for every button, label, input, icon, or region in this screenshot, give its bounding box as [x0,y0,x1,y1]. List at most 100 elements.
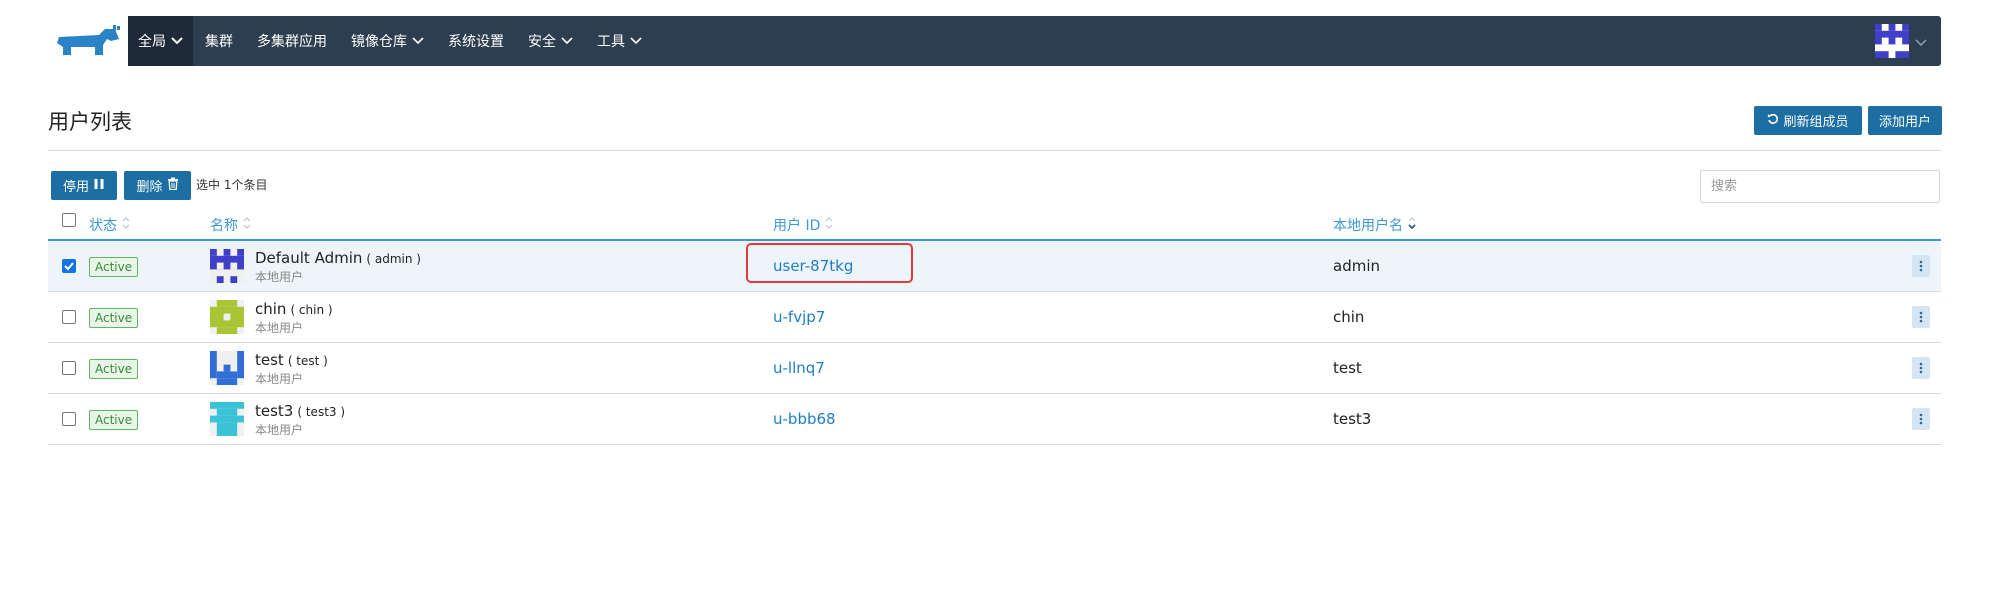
chevron-down-icon [561,37,573,45]
user-name-cell: test3( test3 ) 本地用户 [255,401,345,438]
table-row[interactable]: Active test3( test3 ) 本地用户 u-bbb68 test3 [48,394,1941,445]
avatar [210,249,244,283]
table-header: 状态 名称 用户 ID 本地用户名 [48,207,1941,241]
search-input[interactable] [1700,170,1940,203]
nav-item-label: 镜像仓库 [351,34,407,50]
nav-item-multi-cluster-apps[interactable]: 多集群应用 [245,16,339,66]
refresh-icon [1767,113,1779,129]
user-login: ( admin ) [366,252,421,266]
row-actions-button[interactable] [1912,255,1930,277]
pause-icon [93,178,105,194]
avatar [210,351,244,385]
user-id-link[interactable]: user-87tkg [773,257,853,275]
user-login: ( test ) [287,354,328,368]
selection-count: 选中 1个条目 [196,178,268,192]
nav-item-label: 多集群应用 [257,34,327,50]
local-username: test [1333,359,1362,377]
user-name-cell: chin( chin ) 本地用户 [255,299,333,336]
top-navbar: 全局 集群 多集群应用 镜像仓库 系统设置 安全 工具 [48,16,1941,66]
disable-button[interactable]: 停用 [51,171,117,200]
user-type: 本地用户 [255,423,304,437]
chevron-down-icon [171,37,183,45]
chevron-down-icon [630,37,642,45]
table-row[interactable]: Active Default Admin( admin ) 本地用户 user-… [48,241,1941,292]
add-user-button-label: 添加用户 [1878,115,1931,130]
avatar [210,402,244,436]
rancher-logo[interactable] [48,16,128,66]
page-title: 用户列表 [48,110,132,134]
row-checkbox[interactable] [62,310,76,324]
row-actions-button[interactable] [1912,357,1930,379]
user-login: ( test3 ) [297,405,346,419]
kebab-menu-icon [1919,362,1923,374]
column-header-label: 名称 [210,218,238,234]
avatar[interactable] [1875,24,1909,58]
add-user-button[interactable]: 添加用户 [1868,106,1942,135]
row-checkbox[interactable] [62,259,76,273]
user-type: 本地用户 [255,270,304,284]
nav-item-label: 系统设置 [448,34,504,50]
user-name-cell: test( test ) 本地用户 [255,350,328,387]
status-badge: Active [89,359,139,379]
kebab-menu-icon [1919,260,1923,272]
trash-icon [167,177,179,194]
user-id-link[interactable]: u-fvjp7 [773,308,825,326]
delete-button-label: 删除 [136,180,163,195]
user-display-name: test3 [255,402,294,420]
nav-item-label: 集群 [205,34,233,50]
delete-button[interactable]: 删除 [124,171,191,200]
nav-item-label: 工具 [597,34,625,50]
row-actions-button[interactable] [1912,306,1930,328]
status-badge: Active [89,410,139,430]
nav-item-label: 全局 [138,34,166,50]
sort-desc-icon [1407,216,1417,234]
user-menu[interactable] [1875,16,1927,66]
column-header-label: 状态 [89,218,117,234]
local-username: admin [1333,257,1380,275]
refresh-group-members-button[interactable]: 刷新组成员 [1754,106,1862,135]
nav-item-clusters[interactable]: 集群 [193,16,245,66]
avatar [210,300,244,334]
row-checkbox[interactable] [62,412,76,426]
main-nav: 全局 集群 多集群应用 镜像仓库 系统设置 安全 工具 [128,16,1941,66]
row-actions-button[interactable] [1912,408,1930,430]
user-display-name: test [255,351,284,369]
user-display-name: chin [255,300,287,318]
status-badge: Active [89,308,139,328]
nav-item-label: 安全 [528,34,556,50]
column-header-username[interactable]: 本地用户名 [1333,215,1417,235]
title-divider [48,150,1941,151]
users-table: 状态 名称 用户 ID 本地用户名 Active Default Admin (… [48,207,1941,445]
chevron-down-icon [1915,32,1927,51]
status-badge: Active [89,257,139,277]
column-header-state[interactable]: 状态 [89,215,131,235]
nav-item-registries[interactable]: 镜像仓库 [339,16,436,66]
nav-item-security[interactable]: 安全 [516,16,585,66]
sort-icon [824,216,834,234]
kebab-menu-icon [1919,311,1923,323]
column-header-label: 本地用户名 [1333,218,1403,234]
user-type: 本地用户 [255,321,304,335]
row-checkbox[interactable] [62,361,76,375]
table-row[interactable]: Active test( test ) 本地用户 u-llnq7 test [48,343,1941,394]
nav-item-settings[interactable]: 系统设置 [436,16,516,66]
refresh-button-label: 刷新组成员 [1783,115,1849,130]
select-all-checkbox[interactable] [62,213,76,227]
local-username: test3 [1333,410,1372,428]
column-header-name[interactable]: 名称 [210,215,252,235]
user-type: 本地用户 [255,372,304,386]
user-id-link[interactable]: u-bbb68 [773,410,836,428]
column-header-label: 用户 ID [773,218,821,234]
column-header-user-id[interactable]: 用户 ID [773,215,834,235]
nav-item-tools[interactable]: 工具 [585,16,654,66]
user-id-link[interactable]: u-llnq7 [773,359,825,377]
user-name-cell: Default Admin( admin ) 本地用户 [255,248,421,285]
sort-icon [121,216,131,234]
kebab-menu-icon [1919,413,1923,425]
nav-item-global[interactable]: 全局 [128,16,193,66]
sort-icon [242,216,252,234]
local-username: chin [1333,308,1365,326]
disable-button-label: 停用 [62,180,89,195]
table-row[interactable]: Active chin( chin ) 本地用户 u-fvjp7 chin [48,292,1941,343]
chevron-down-icon [412,37,424,45]
